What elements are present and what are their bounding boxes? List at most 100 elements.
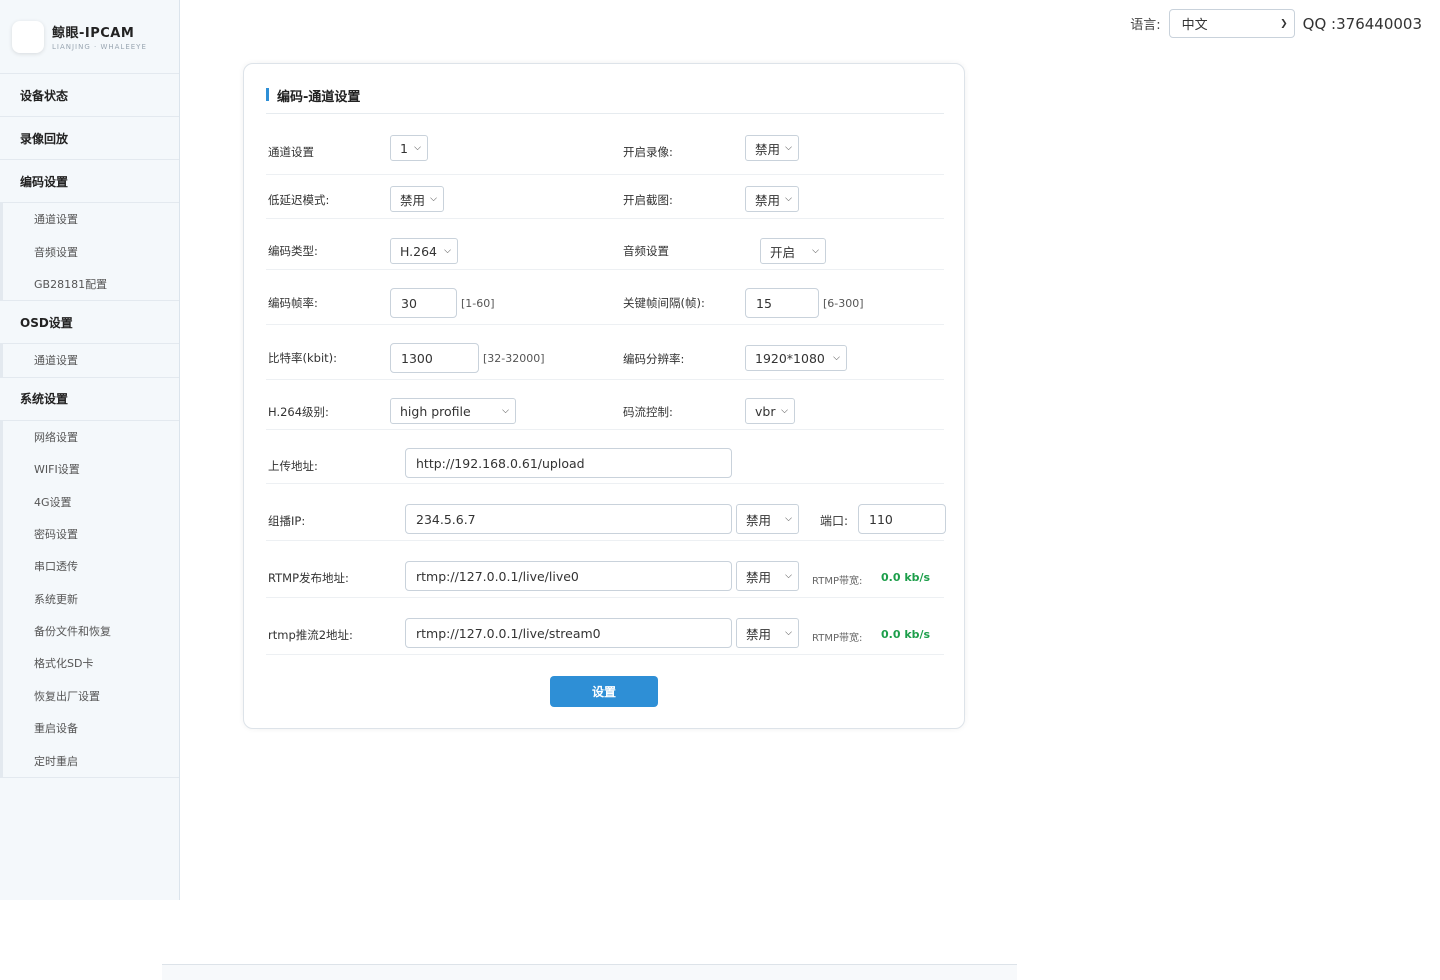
form-row-fps: 编码帧率: 30 [1-60] 关键帧间隔(帧): 15 [6-300] xyxy=(266,270,944,325)
form-row-low-latency: 低延迟模式: 禁用 ⌵ 开启截图: 禁用 ⌵ xyxy=(266,175,944,219)
title-accent-bar xyxy=(266,88,269,101)
rtmp2-label: rtmp推流2地址: xyxy=(268,628,353,642)
sidebar-item-wifi[interactable]: WIFI设置 xyxy=(3,453,179,485)
sidebar-item-format-sd[interactable]: 格式化SD卡 xyxy=(3,647,179,679)
sidebar-item-gb28181[interactable]: GB28181配置 xyxy=(3,268,179,300)
rtmp2-bandwidth-value: 0.0 kb/s xyxy=(881,628,931,641)
encoding-channel-card: 编码-通道设置 通道设置 1 ⌵ 开启录像: 禁用 ⌵ 低延迟模式: 禁用 ⌵ 开启截… xyxy=(243,63,965,729)
rate-control-label: 码流控制: xyxy=(623,405,673,419)
low-latency-label: 低延迟模式: xyxy=(268,193,330,207)
fps-input[interactable]: 30 xyxy=(390,288,457,318)
rtmp2-bandwidth-label: RTMP带宽: xyxy=(812,633,863,644)
chevron-down-icon: ⌵ xyxy=(430,194,437,204)
sidebar-item-channel[interactable]: 通道设置 xyxy=(3,203,179,235)
rtmp2-state-select[interactable]: 禁用 ⌵ xyxy=(736,618,799,648)
brand-title: 鲸眼-IPCAM xyxy=(52,26,135,41)
sidebar-item-update[interactable]: 系统更新 xyxy=(3,583,179,615)
upload-url-input[interactable]: http://192.168.0.61/upload xyxy=(405,448,732,478)
form-row-channel: 通道设置 1 ⌵ 开启录像: 禁用 ⌵ xyxy=(266,126,944,175)
chevron-down-icon: ⌵ xyxy=(785,571,792,581)
record-label: 开启录像: xyxy=(623,145,673,159)
sidebar-item-osd-channel[interactable]: 通道设置 xyxy=(3,344,179,376)
sidebar-item-password[interactable]: 密码设置 xyxy=(3,518,179,550)
form-row-upload: 上传地址: http://192.168.0.61/upload xyxy=(266,430,944,484)
codec-select[interactable]: H.264 ⌵ xyxy=(390,238,458,264)
gop-range-hint: [6-300] xyxy=(823,297,864,310)
record-select[interactable]: 禁用 ⌵ xyxy=(745,135,799,161)
multicast-ip-input[interactable]: 234.5.6.7 xyxy=(405,504,732,534)
form-row-rtmp2: rtmp推流2地址: rtmp://127.0.0.1/live/stream0… xyxy=(266,598,944,655)
audio-label: 音频设置 xyxy=(623,244,669,258)
sidebar-item-scheduled-reboot[interactable]: 定时重启 xyxy=(3,744,179,776)
rtmp1-bandwidth-label: RTMP带宽: xyxy=(812,576,863,587)
port-input[interactable]: 110 xyxy=(858,504,946,534)
card-header: 编码-通道设置 xyxy=(266,86,944,114)
gop-input[interactable]: 15 xyxy=(745,288,819,318)
chevron-down-icon: ⌵ xyxy=(781,406,788,416)
rtmp1-state-select[interactable]: 禁用 ⌵ xyxy=(736,561,799,591)
sidebar-item-reboot[interactable]: 重启设备 xyxy=(3,712,179,744)
chevron-down-icon: ⌵ xyxy=(812,246,819,256)
rtmp1-label: RTMP发布地址: xyxy=(268,571,349,585)
form-row-bitrate: 比特率(kbit): 1300 [32-32000] 编码分辨率: 1920*1… xyxy=(266,325,944,380)
rtmp1-bandwidth-value: 0.0 kb/s xyxy=(881,571,931,584)
language-label: 语言: xyxy=(1130,18,1161,33)
sidebar-item-audio[interactable]: 音频设置 xyxy=(3,235,179,267)
sidebar-item-factory-reset[interactable]: 恢复出厂设置 xyxy=(3,680,179,712)
chevron-down-icon: ⌵ xyxy=(785,143,792,153)
low-latency-select[interactable]: 禁用 ⌵ xyxy=(390,186,444,212)
topbar: 语言: 中文 ❯ QQ :376440003 xyxy=(1130,9,1422,38)
chevron-down-icon: ⌵ xyxy=(502,406,509,416)
submit-button[interactable]: 设置 xyxy=(550,676,658,707)
sidebar-item-serial[interactable]: 串口透传 xyxy=(3,550,179,582)
rtmp2-url-input[interactable]: rtmp://127.0.0.1/live/stream0 xyxy=(405,618,732,648)
sidebar-item-network[interactable]: 网络设置 xyxy=(3,421,179,453)
brand-subtitle: LIANJING · WHALEEYE xyxy=(52,43,147,51)
nav-group-playback[interactable]: 录像回放 xyxy=(0,117,179,160)
chevron-down-icon: ⌵ xyxy=(414,143,421,153)
logo-icon xyxy=(12,20,44,53)
snapshot-select[interactable]: 禁用 ⌵ xyxy=(745,186,799,212)
nav-group-osd[interactable]: OSD设置 xyxy=(0,301,179,345)
chevron-down-icon: ❯ xyxy=(1280,18,1288,29)
fps-label: 编码帧率: xyxy=(268,296,318,310)
chevron-down-icon: ⌵ xyxy=(833,353,840,363)
bitrate-label: 比特率(kbit): xyxy=(268,351,338,365)
codec-label: 编码类型: xyxy=(268,244,318,258)
port-label: 端口: xyxy=(820,514,849,528)
sidebar-item-4g[interactable]: 4G设置 xyxy=(3,485,179,517)
multicast-label: 组播IP: xyxy=(268,514,306,528)
form-row-codec: 编码类型: H.264 ⌵ 音频设置 开启 ⌵ xyxy=(266,219,944,270)
profile-select[interactable]: high profile ⌵ xyxy=(390,398,516,424)
page: 鲸眼-IPCAM LIANJING · WHALEEYE 设备状态 录像回放 编… xyxy=(0,0,1440,980)
nav-group-system[interactable]: 系统设置 xyxy=(0,378,179,421)
nav-group-encoding[interactable]: 编码设置 xyxy=(0,160,179,203)
chevron-down-icon: ⌵ xyxy=(444,246,451,256)
sidebar: 鲸眼-IPCAM LIANJING · WHALEEYE 设备状态 录像回放 编… xyxy=(0,0,180,900)
bitrate-input[interactable]: 1300 xyxy=(390,343,479,373)
language-select[interactable]: 中文 ❯ xyxy=(1168,9,1295,38)
fps-range-hint: [1-60] xyxy=(461,297,495,310)
form-row-multicast: 组播IP: 234.5.6.7 禁用 ⌵ 端口: 110 xyxy=(266,484,946,541)
qq-contact: QQ :376440003 xyxy=(1302,14,1422,33)
footer xyxy=(162,964,1017,980)
rtmp1-url-input[interactable]: rtmp://127.0.0.1/live/live0 xyxy=(405,561,732,591)
gop-label: 关键帧间隔(帧): xyxy=(623,296,705,310)
resolution-label: 编码分辨率: xyxy=(623,352,685,366)
profile-label: H.264级别: xyxy=(268,405,329,419)
bitrate-range-hint: [32-32000] xyxy=(483,352,545,365)
nav-group-device-status[interactable]: 设备状态 xyxy=(0,74,179,117)
channel-label: 通道设置 xyxy=(268,145,314,159)
audio-select[interactable]: 开启 ⌵ xyxy=(760,238,826,264)
form-row-profile: H.264级别: high profile ⌵ 码流控制: vbr ⌵ xyxy=(266,380,944,430)
multicast-state-select[interactable]: 禁用 ⌵ xyxy=(736,504,799,534)
snapshot-label: 开启截图: xyxy=(623,193,673,207)
sidebar-item-backup[interactable]: 备份文件和恢复 xyxy=(3,615,179,647)
logo[interactable]: 鲸眼-IPCAM LIANJING · WHALEEYE xyxy=(0,0,179,74)
chevron-down-icon: ⌵ xyxy=(785,628,792,638)
upload-label: 上传地址: xyxy=(268,459,318,473)
channel-select[interactable]: 1 ⌵ xyxy=(390,135,428,161)
form-row-rtmp1: RTMP发布地址: rtmp://127.0.0.1/live/live0 禁用… xyxy=(266,541,944,598)
resolution-select[interactable]: 1920*1080 ⌵ xyxy=(745,345,847,371)
rate-control-select[interactable]: vbr ⌵ xyxy=(745,398,795,424)
